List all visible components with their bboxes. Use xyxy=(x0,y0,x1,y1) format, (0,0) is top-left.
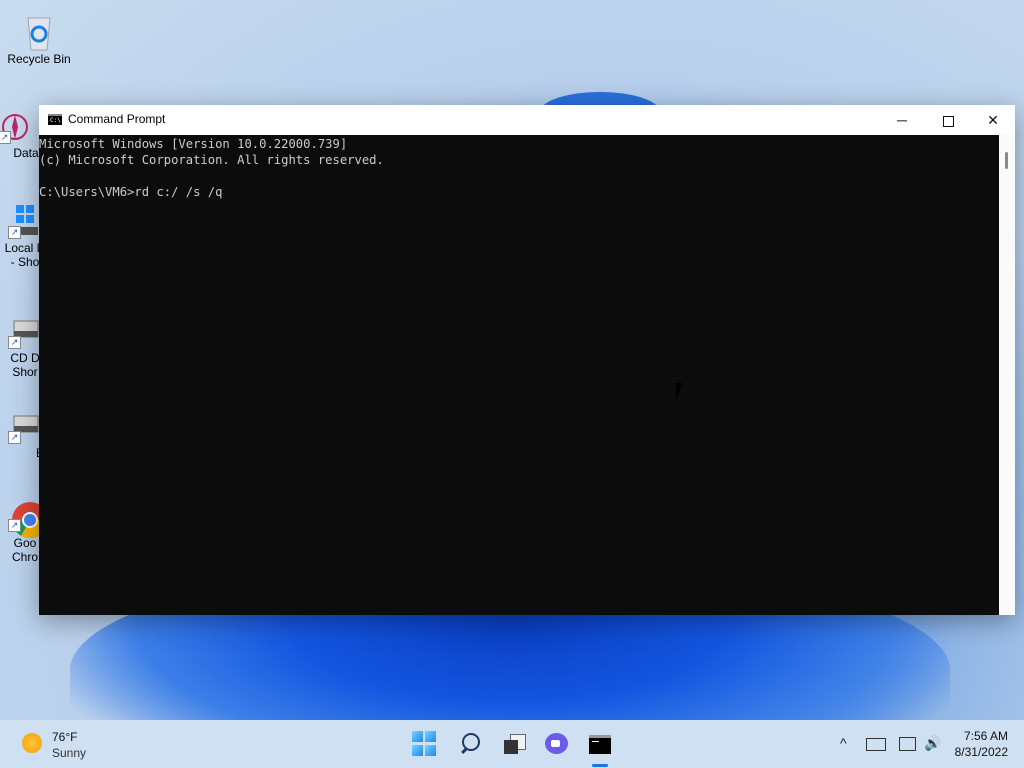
datawrapper-icon: ↗ xyxy=(0,110,32,144)
start-icon xyxy=(412,731,423,742)
drive-icon: ↗ xyxy=(8,410,42,444)
console-output[interactable]: Microsoft Windows [Version 10.0.22000.73… xyxy=(39,135,999,616)
search-icon[interactable] xyxy=(458,731,484,757)
active-app-indicator xyxy=(592,764,608,767)
network-icon[interactable] xyxy=(899,737,916,751)
close-button[interactable]: ✕ xyxy=(970,105,1016,135)
desktop-icon-recycle-bin[interactable]: Recycle Bin xyxy=(4,12,74,66)
mouse-pointer-icon xyxy=(676,383,688,401)
chevron-up-icon[interactable]: ^ xyxy=(840,735,847,751)
recycle-bin-icon xyxy=(22,12,56,51)
desktop-icon-label: Recycle Bin xyxy=(7,52,71,66)
weather-temperature[interactable]: 76°F xyxy=(52,730,77,744)
clock-date[interactable]: 8/31/2022 xyxy=(955,745,1008,759)
maximize-icon xyxy=(942,115,954,127)
task-view-icon[interactable] xyxy=(502,731,528,757)
command-prompt-window[interactable]: C:\ Command Prompt ─ ✕ Microsoft Windows… xyxy=(39,105,1015,615)
command-prompt-taskbar-icon[interactable] xyxy=(588,731,614,757)
shortcut-arrow-icon: ↗ xyxy=(8,226,21,239)
chat-icon[interactable] xyxy=(544,731,570,757)
local-disk-icon: ↗ xyxy=(8,205,42,239)
shortcut-arrow-icon: ↗ xyxy=(8,336,21,349)
keyboard-icon[interactable] xyxy=(866,738,886,751)
start-button[interactable] xyxy=(412,731,438,757)
window-title: Command Prompt xyxy=(68,112,166,126)
chrome-icon: ↗ xyxy=(8,498,49,539)
minimize-button[interactable]: ─ xyxy=(879,105,925,135)
shortcut-arrow-icon: ↗ xyxy=(0,131,11,144)
sun-icon[interactable] xyxy=(22,733,42,753)
clock-time[interactable]: 7:56 AM xyxy=(964,729,1008,743)
command-prompt-icon: C:\ xyxy=(48,114,62,125)
weather-description[interactable]: Sunny xyxy=(52,746,86,760)
shortcut-arrow-icon: ↗ xyxy=(8,431,21,444)
scrollbar-thumb[interactable] xyxy=(1005,152,1008,169)
maximize-button[interactable] xyxy=(925,105,971,135)
cd-drive-icon: ↗ xyxy=(8,315,42,349)
volume-icon[interactable]: 🔊 xyxy=(924,735,941,752)
title-bar[interactable]: C:\ Command Prompt ─ ✕ xyxy=(39,105,1015,135)
vertical-scrollbar[interactable] xyxy=(999,135,1015,615)
shortcut-arrow-icon: ↗ xyxy=(8,519,21,532)
